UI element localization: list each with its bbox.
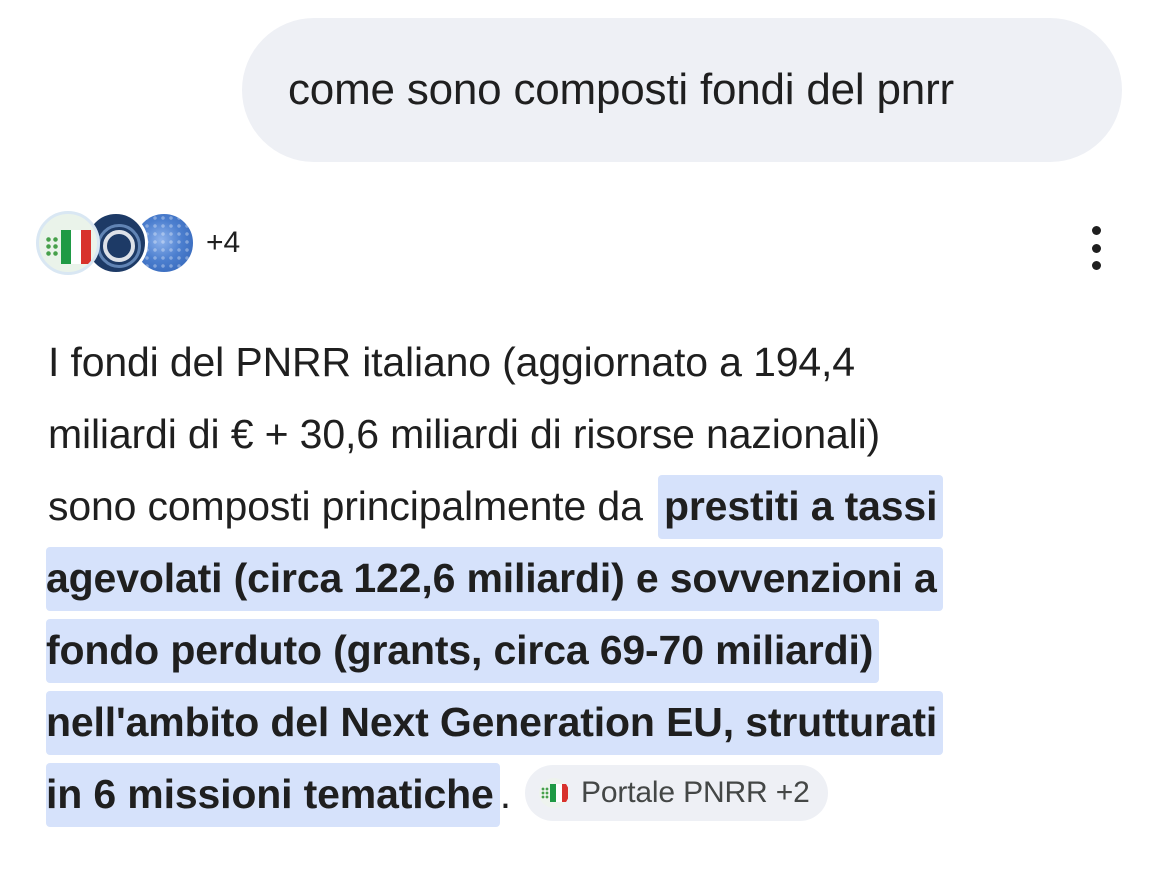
answer-line: sono composti principalmente da prestiti… xyxy=(48,470,1128,542)
answer-period: . xyxy=(499,771,511,817)
highlighted-text: prestiti a tassi xyxy=(657,475,944,539)
highlighted-text: in 6 missioni tematiche xyxy=(46,763,500,827)
highlighted-text: nell'ambito del Next Generation EU, stru… xyxy=(46,691,944,755)
user-message-bubble: come sono composti fondi del pnrr xyxy=(242,18,1122,162)
answer-text: I fondi del PNRR italiano (aggiornato a … xyxy=(46,326,1128,830)
answer-line: in 6 missioni tematiche. Portale PNRR +2 xyxy=(46,758,1128,830)
highlighted-text: agevolati (circa 122,6 miliardi) e sovve… xyxy=(46,547,943,611)
italia-flag-icon xyxy=(538,778,569,809)
answer-line: I fondi del PNRR italiano (aggiornato a … xyxy=(48,339,855,385)
chat-page: come sono composti fondi del pnrr +4 I f… xyxy=(0,0,1170,872)
sources-more-count: +4 xyxy=(206,226,241,259)
citation-chip[interactable]: Portale PNRR +2 xyxy=(524,765,828,822)
answer-line-text: sono composti principalmente da xyxy=(48,483,654,529)
user-message-text: come sono composti fondi del pnrr xyxy=(288,65,954,114)
answer-line: nell'ambito del Next Generation EU, stru… xyxy=(46,686,1128,758)
italia-flag-icon xyxy=(36,211,100,275)
more-vert-icon[interactable] xyxy=(1080,226,1112,270)
answer-line: fondo perduto (grants, circa 69-70 milia… xyxy=(46,614,1128,686)
sources-row[interactable]: +4 xyxy=(36,210,240,276)
answer-line: agevolati (circa 122,6 miliardi) e sovve… xyxy=(46,542,1128,614)
citation-chip-label: Portale PNRR +2 xyxy=(580,776,810,810)
highlighted-text: fondo perduto (grants, circa 69-70 milia… xyxy=(46,619,880,683)
answer-line: miliardi di € + 30,6 miliardi di risorse… xyxy=(48,411,881,457)
